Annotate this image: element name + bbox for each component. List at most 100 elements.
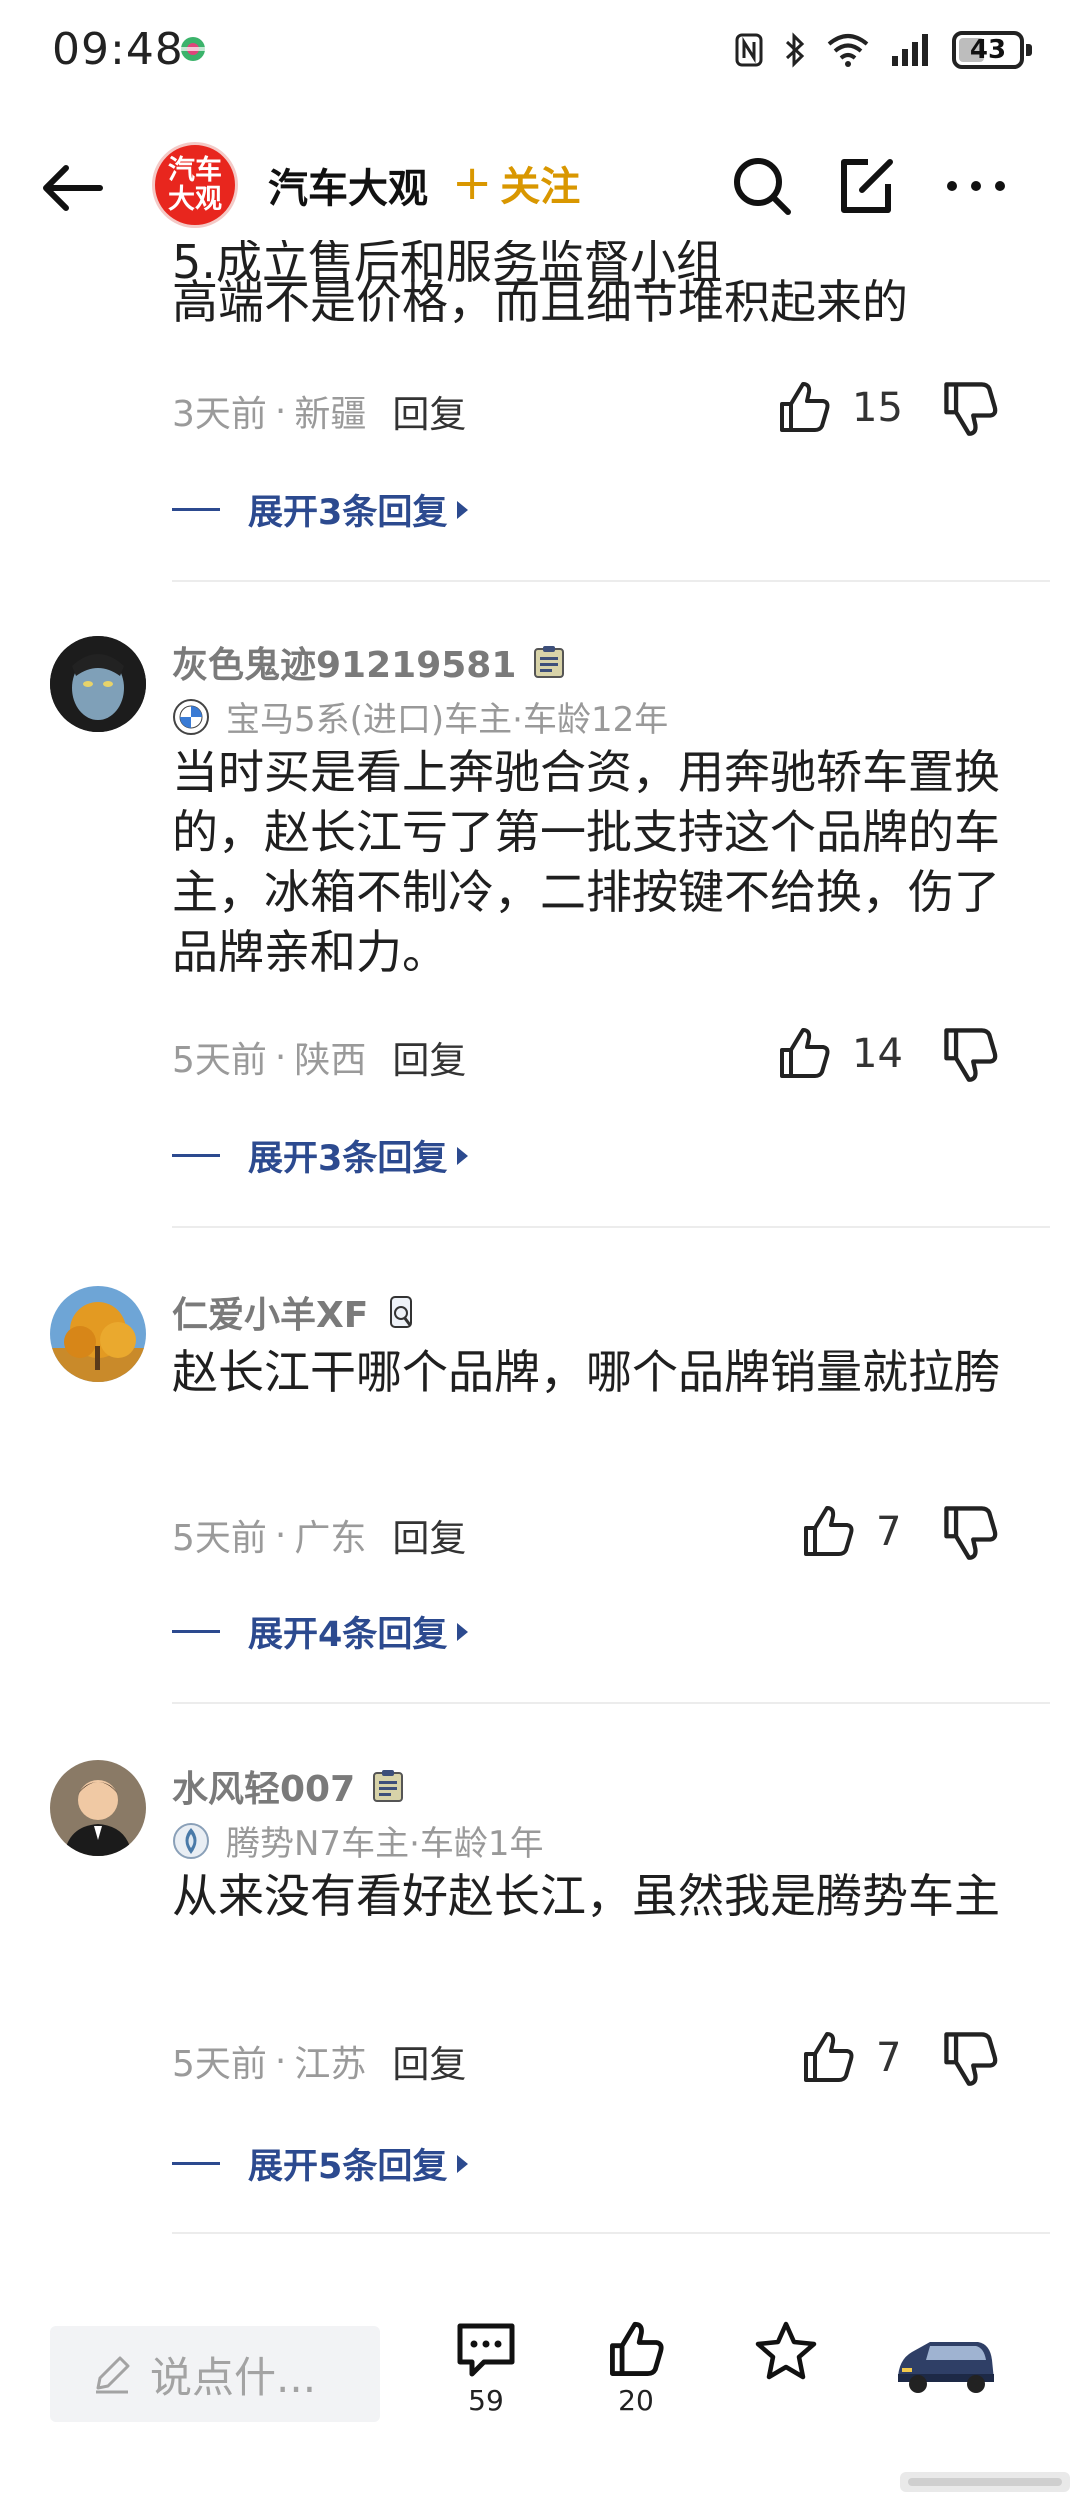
triangle-right-icon (457, 1146, 469, 1165)
avatar[interactable] (50, 1760, 146, 1856)
follow-button[interactable]: + 关注 (452, 154, 580, 212)
car-owner-info: 腾势N7车主·车龄1年 (172, 1816, 544, 1865)
expand-replies-button[interactable]: 展开4条回复 (172, 1606, 469, 1657)
battery-indicator: 43 (952, 31, 1032, 69)
thumbs-down-icon[interactable] (940, 1502, 1000, 1562)
divider (172, 1702, 1050, 1704)
status-time: 09:48 (52, 24, 184, 75)
back-button[interactable] (36, 152, 108, 224)
like-button[interactable]: 15 (776, 380, 903, 436)
comment-username[interactable]: 水风轻007 (172, 1760, 407, 1812)
comment-input[interactable]: 说点什... (50, 2326, 380, 2422)
logo-line-2: 大观 (168, 184, 222, 215)
username-text: 水风轻007 (172, 1769, 356, 1810)
expand-replies-button[interactable]: 展开3条回复 (172, 1130, 469, 1181)
level-badge-icon (373, 1770, 404, 1802)
comment-bubble-icon (457, 2323, 515, 2377)
account-name[interactable]: 汽车大观 (268, 156, 428, 214)
thumbs-up-icon (804, 2032, 854, 2082)
plus-icon: + (452, 155, 493, 211)
expand-label: 展开5条回复 (248, 2147, 448, 2187)
comment-location: 广东 (294, 1518, 367, 1559)
comment-meta: 5天前 · 江苏 回复 (172, 2034, 466, 2088)
more-button[interactable] (940, 150, 1012, 222)
denza-logo-icon (173, 1822, 209, 1859)
like-count: 7 (876, 1509, 902, 1555)
like-button[interactable]: 14 (776, 1026, 903, 1082)
comment-time: 3天前 (172, 394, 267, 435)
divider (172, 2232, 1050, 2234)
car-owner-info: 宝马5系(进口)车主·车龄12年 (172, 692, 668, 741)
wifi-icon (827, 34, 869, 67)
username-text: 灰色鬼迹91219581 (172, 645, 517, 686)
reply-button[interactable]: 回复 (392, 1030, 466, 1084)
nfc-icon (735, 33, 763, 67)
status-bar: 09:48 43 (0, 0, 1080, 100)
avatar-image (50, 636, 146, 732)
thumbs-down-icon[interactable] (940, 1024, 1000, 1084)
car-info-text: 腾势N7车主·车龄1年 (226, 1824, 544, 1864)
comment-text: 从来没有看好赵长江，虽然我是腾势车主 (172, 1869, 1000, 1923)
status-icons: 43 (734, 28, 1032, 72)
like-button[interactable]: 7 (800, 1504, 901, 1560)
level-badge-icon (534, 646, 565, 678)
logo-line-1: 汽车 (168, 155, 222, 186)
battery-tip (1026, 44, 1032, 56)
comment-text: 当时买是看上奔驰合资，用奔驰轿车置换的，赵长江亏了第一批支持这个品牌的车主，冰箱… (172, 745, 1000, 979)
share-edit-button[interactable] (830, 150, 902, 222)
expand-label: 展开3条回复 (248, 1139, 448, 1179)
avatar[interactable] (50, 636, 146, 732)
comment-meta: 5天前 · 广东 回复 (172, 1508, 466, 1562)
expand-replies-button[interactable]: 展开3条回复 (172, 484, 469, 535)
expand-label: 展开3条回复 (248, 493, 448, 533)
comments-count: 59 (468, 2384, 504, 2417)
expand-label: 展开4条回复 (248, 1615, 448, 1655)
divider (172, 580, 1050, 582)
comment-meta: 3天前 · 新疆 回复 (172, 384, 466, 438)
thumbs-up-icon (780, 382, 830, 432)
truncated-comment-line: 5.成立售后和服务监督小组 (172, 235, 722, 289)
app-notification-icon (181, 37, 205, 61)
comments-button[interactable]: 59 (436, 2320, 536, 2417)
avatar[interactable] (50, 1286, 146, 1382)
star-icon (755, 2321, 817, 2380)
expand-dash (172, 508, 220, 511)
search-button[interactable] (726, 150, 798, 222)
expand-dash (172, 1154, 220, 1157)
favorite-button[interactable] (736, 2320, 836, 2382)
arrow-left-icon (43, 165, 103, 211)
bluetooth-icon (785, 32, 805, 68)
thumbs-down-icon[interactable] (940, 2028, 1000, 2088)
car-promo-icon[interactable] (890, 2330, 1000, 2400)
home-indicator (0, 2466, 1080, 2504)
meta-separator: · (274, 390, 287, 432)
reply-button[interactable]: 回复 (392, 1508, 466, 1562)
reply-button[interactable]: 回复 (392, 2034, 466, 2088)
edit-icon (841, 159, 893, 213)
comment-username[interactable]: 灰色鬼迹91219581 (172, 636, 568, 688)
input-placeholder: 说点什... (150, 2352, 317, 2402)
article-like-button[interactable]: 20 (586, 2320, 686, 2417)
triangle-right-icon (457, 1622, 469, 1641)
reply-button[interactable]: 回复 (392, 384, 466, 438)
thumbs-down-icon[interactable] (940, 378, 1000, 438)
expand-replies-button[interactable]: 展开5条回复 (172, 2138, 469, 2189)
like-button[interactable]: 7 (800, 2030, 901, 2086)
pencil-icon (96, 2356, 130, 2394)
comment-text: 赵长江干哪个品牌，哪个品牌销量就拉胯 (172, 1345, 1000, 1399)
comment-location: 陕西 (294, 1040, 367, 1081)
expand-dash (172, 2162, 220, 2165)
thumbs-up-icon (780, 1028, 830, 1078)
account-logo[interactable]: 汽车 大观 (152, 142, 238, 228)
comment-meta: 5天前 · 陕西 回复 (172, 1030, 466, 1084)
like-count: 14 (852, 1031, 903, 1077)
comment-time: 5天前 (172, 1518, 267, 1559)
avatar-image (50, 1760, 146, 1856)
gesture-bar-icon (900, 2472, 1070, 2492)
meta-separator: · (274, 2040, 287, 2082)
likes-count: 20 (618, 2384, 654, 2417)
comment-username[interactable]: 仁爱小羊XF (172, 1286, 420, 1338)
comment-time: 5天前 (172, 1040, 267, 1081)
meta-separator: · (274, 1514, 287, 1556)
triangle-right-icon (457, 2154, 469, 2173)
